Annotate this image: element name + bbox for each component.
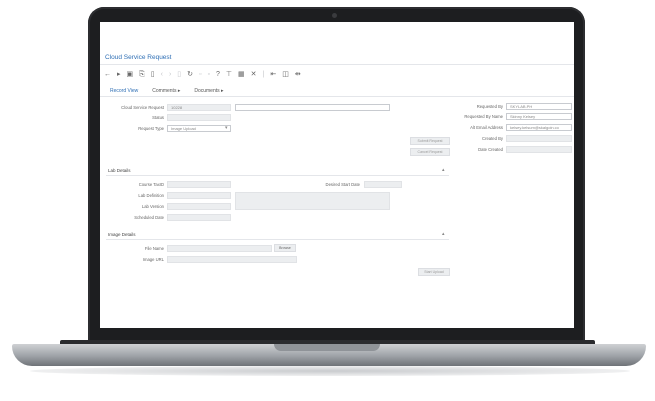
file-name-field[interactable] <box>167 245 272 252</box>
camera-icon <box>332 13 337 18</box>
lab-definition-label: Lab Definition <box>138 193 164 198</box>
layout-icon[interactable]: ◫ <box>282 70 289 80</box>
refresh-icon[interactable]: ↻ <box>187 70 193 80</box>
divider <box>100 96 574 97</box>
cloud-service-request-field: 10228 <box>167 104 231 111</box>
scheduled-date-label: Scheduled Date <box>134 215 164 220</box>
collapse-icon[interactable]: ▴ <box>442 231 445 237</box>
requested-by-name-label: Requested By Name <box>464 114 503 119</box>
divider <box>106 239 449 240</box>
delete-icon[interactable]: ▯ <box>151 70 155 80</box>
request-type-select[interactable]: Image Upload <box>167 125 231 132</box>
description-field[interactable] <box>235 104 390 111</box>
lab-description-field <box>235 192 390 210</box>
redo-icon[interactable]: › <box>169 70 171 80</box>
file-name-label: File Name <box>144 246 164 251</box>
created-by-label: Created By <box>482 136 503 141</box>
lab-version-label: Lab Version <box>141 204 164 209</box>
scheduled-date-field <box>167 214 231 221</box>
status-field <box>167 114 231 121</box>
close-icon[interactable]: ✕ <box>251 70 257 80</box>
chevron-down-icon[interactable]: ▾ <box>225 125 228 131</box>
desired-start-date-field <box>364 181 402 188</box>
course-taxid-label: Course TaxID <box>138 182 164 187</box>
date-created-field <box>506 146 572 153</box>
browse-button[interactable]: Browse <box>274 244 296 252</box>
print-icon[interactable]: ▦ <box>238 70 245 80</box>
requested-by-field[interactable]: SKYLAB.PH <box>506 103 572 110</box>
created-by-field <box>506 135 572 142</box>
date-created-label: Date Created <box>478 147 503 152</box>
cloud-service-request-label: Cloud Service Request <box>121 105 164 110</box>
attach-icon[interactable]: ▫ <box>208 70 210 80</box>
forward-icon[interactable]: ▸ <box>117 70 121 80</box>
divider <box>100 64 574 65</box>
course-taxid-field <box>167 181 231 188</box>
alt-email-field[interactable]: kelsey.kelsum@skalgoin.co <box>506 124 572 131</box>
back-icon[interactable]: ← <box>104 70 111 80</box>
image-url-field[interactable] <box>167 256 297 263</box>
laptop-shadow <box>30 366 630 376</box>
collapse-icon[interactable]: ▴ <box>442 167 445 173</box>
cancel-request-button[interactable]: Cancel Request <box>410 148 450 156</box>
laptop-notch <box>274 344 380 351</box>
expand-icon[interactable]: ⇹ <box>295 70 301 80</box>
save-icon[interactable]: ▣ <box>127 70 134 80</box>
lock-icon[interactable]: ▫ <box>199 70 201 80</box>
start-upload-button[interactable]: Start Upload <box>418 268 450 276</box>
lab-definition-field <box>167 192 231 199</box>
divider <box>106 175 449 176</box>
submit-request-button[interactable]: Submit Request <box>410 137 450 145</box>
image-details-heading: Image Details <box>108 232 136 237</box>
alt-email-label: Alt Email Address <box>470 125 503 130</box>
copy-icon[interactable]: ⎘ <box>139 70 145 80</box>
undo-icon[interactable]: ‹ <box>161 70 163 80</box>
image-url-label: Image URL <box>142 257 164 262</box>
new-icon[interactable]: ▯ <box>177 70 181 80</box>
separator: | <box>262 71 265 78</box>
status-label: Status <box>152 115 164 120</box>
requested-by-label: Requested By <box>476 104 503 109</box>
lab-details-heading: Lab Details <box>108 168 131 173</box>
app-screen: Cloud Service Request ← ▸ ▣ ⎘ ▯ ‹ › ▯ ↻ … <box>100 22 574 328</box>
first-icon[interactable]: ⇤ <box>270 70 276 80</box>
desired-start-date-label: Desired Start Date <box>325 182 360 187</box>
toolbar: ← ▸ ▣ ⎘ ▯ ‹ › ▯ ↻ ▫ ▫ ? ⊤ ▦ ✕ | ⇤ ◫ ⇹ <box>104 69 301 81</box>
page-title: Cloud Service Request <box>105 54 172 61</box>
lab-version-field <box>167 203 231 210</box>
filter-icon[interactable]: ⊤ <box>226 70 232 80</box>
requested-by-name-field[interactable]: Skinny Kelsey <box>506 113 572 120</box>
help-icon[interactable]: ? <box>216 70 220 80</box>
request-type-label: Request Type <box>138 126 164 131</box>
